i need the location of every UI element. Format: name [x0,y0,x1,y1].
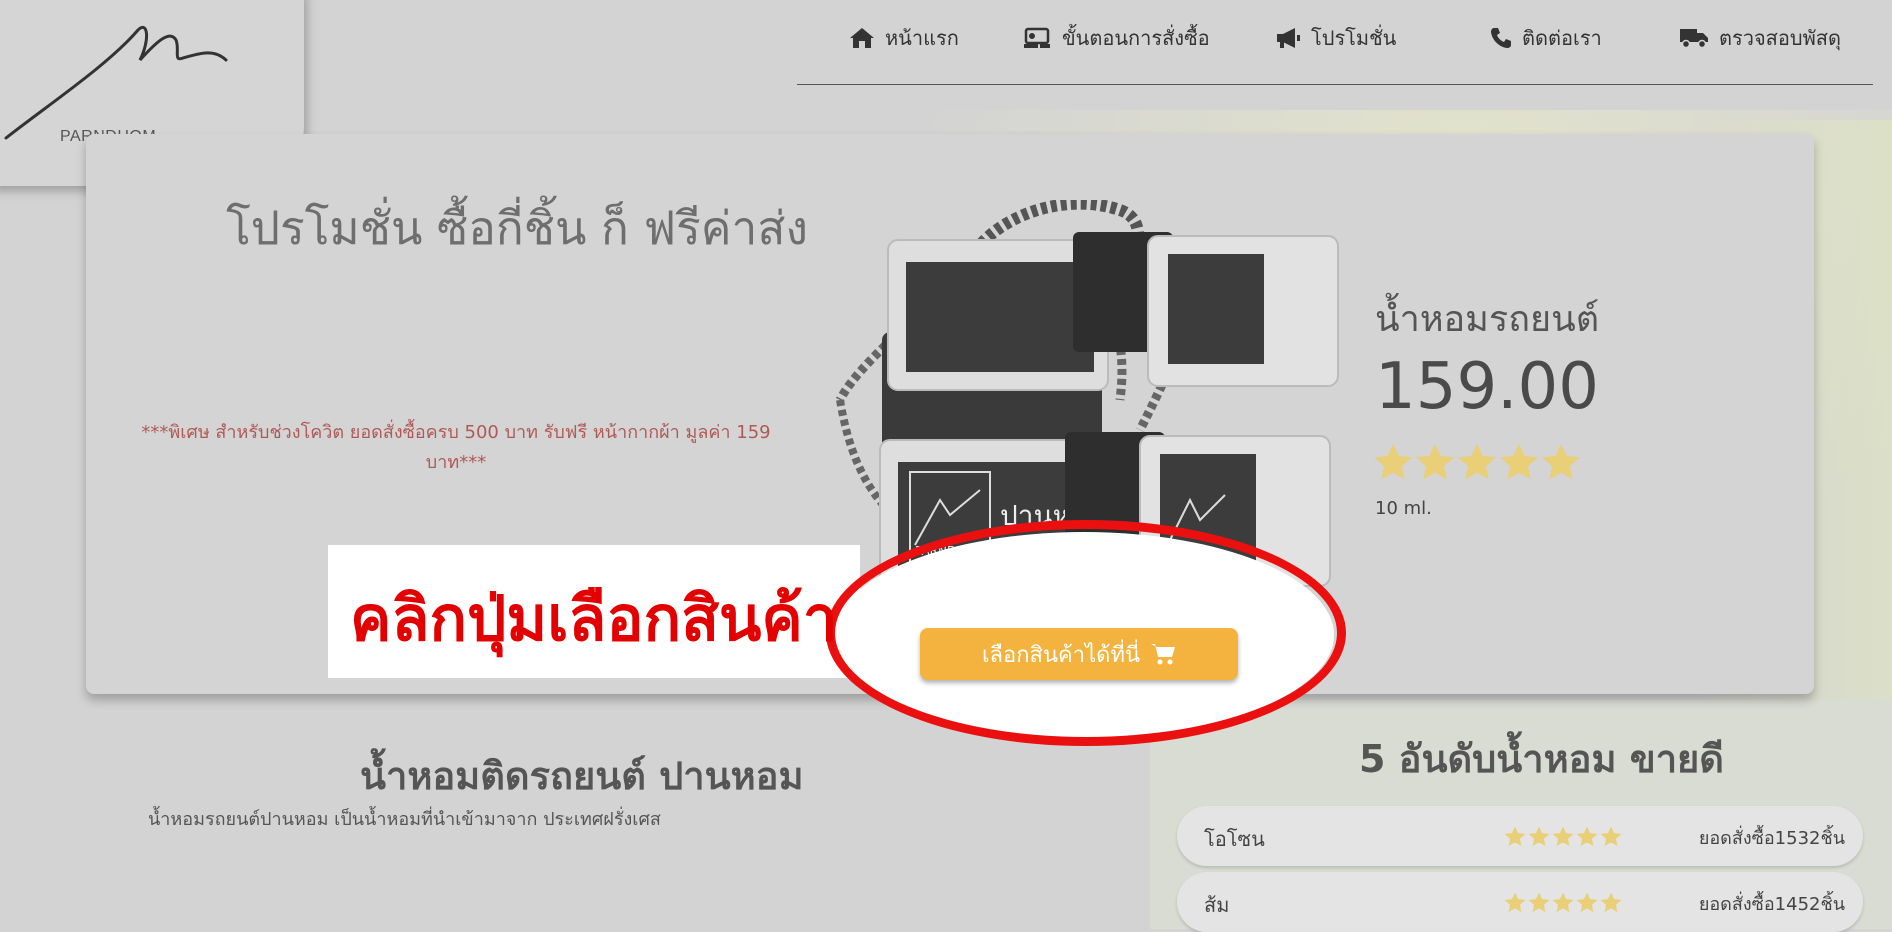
cart-icon [1150,644,1175,665]
nav-label-promotion: โปรโมชั่น [1311,26,1397,50]
rank-sales: ยอดสั่งซื้อ1452ชิ้น [1698,894,1845,915]
promo-title: โปรโมชั่น ซื้อกี่ชิ้น ก็ ฟรีค่าส่ง [226,201,808,255]
product-size: 10 ml. [1375,498,1432,519]
select-product-button[interactable]: เลือกสินค้าได้ที่นี่ [920,628,1238,680]
list-item[interactable]: ส้ม ยอดสั่งซื้อ1452ชิ้น [1177,872,1863,932]
promo-note-line2: บาท*** [425,452,487,473]
home-icon [850,28,874,48]
product-name: น้ำหอมรถยนต์ [1375,299,1600,340]
logo-mark-icon [4,26,228,140]
about-description: น้ำหอมรถยนต์ปานหอม เป็นน้ำหอมที่นำเข้ามา… [148,809,661,830]
star-icon [1504,826,1526,847]
star-icon [1552,892,1574,913]
rank-sales: ยอดสั่งซื้อ1532ชิ้น [1698,828,1845,849]
promo-note: ***พิเศษ สำหรับช่วงโควิต ยอดสั่งซื้อครบ … [136,418,776,478]
nav-item-home[interactable]: หน้าแรก [849,22,959,54]
product-price: 159.00 [1375,350,1599,424]
top-navigation: หน้าแรก ขั้นตอนการสั่งซื้อ โปรโมชั่น ติด… [797,0,1873,85]
star-icon [1600,892,1622,913]
star-icon [1528,892,1550,913]
phone-icon [1491,28,1511,48]
product-rating [1373,443,1581,481]
star-icon [1542,443,1580,480]
star-icon [1576,892,1598,913]
nav-item-contact[interactable]: ติดต่อเรา [1490,22,1602,54]
star-icon [1576,826,1598,847]
nav-label-contact: ติดต่อเรา [1522,26,1602,50]
nav-item-order-steps[interactable]: ขั้นตอนการสั่งซื้อ [1024,22,1210,54]
star-icon [1500,443,1538,480]
truck-icon [1680,29,1708,49]
about-title: น้ำหอมติดรถยนต์ ปานหอม [360,754,804,798]
star-icon [1374,443,1412,480]
star-icon [1528,826,1550,847]
callout-text: คลิกปุ่มเลือกสินค้า [350,582,838,655]
select-product-label: เลือกสินค้าได้ที่นี่ [982,641,1140,667]
cart-steps-icon [1024,27,1050,48]
list-item[interactable]: โอโซน ยอดสั่งซื้อ1532ชิ้น [1177,806,1863,866]
star-icon [1600,826,1622,847]
nav-label-home: หน้าแรก [885,26,959,50]
top5-title: 5 อันดับน้ำหอม ขายดี [1359,737,1724,781]
rank-rating [1504,892,1622,913]
rank-name: ส้ม [1204,893,1230,917]
rank-name: โอโซน [1204,827,1265,851]
megaphone-icon [1277,28,1300,48]
star-icon [1458,443,1496,480]
nav-label-track-parcel: ตรวจสอบพัสดุ [1719,26,1841,50]
nav-item-promotion[interactable]: โปรโมชั่น [1275,22,1396,54]
star-icon [1504,892,1526,913]
star-icon [1552,826,1574,847]
rank-rating [1504,826,1622,847]
star-icon [1416,443,1454,480]
nav-label-order-steps: ขั้นตอนการสั่งซื้อ [1062,26,1210,50]
nav-item-track-parcel[interactable]: ตรวจสอบพัสดุ [1679,22,1841,54]
promo-note-line1: ***พิเศษ สำหรับช่วงโควิต ยอดสั่งซื้อครบ … [141,422,771,443]
